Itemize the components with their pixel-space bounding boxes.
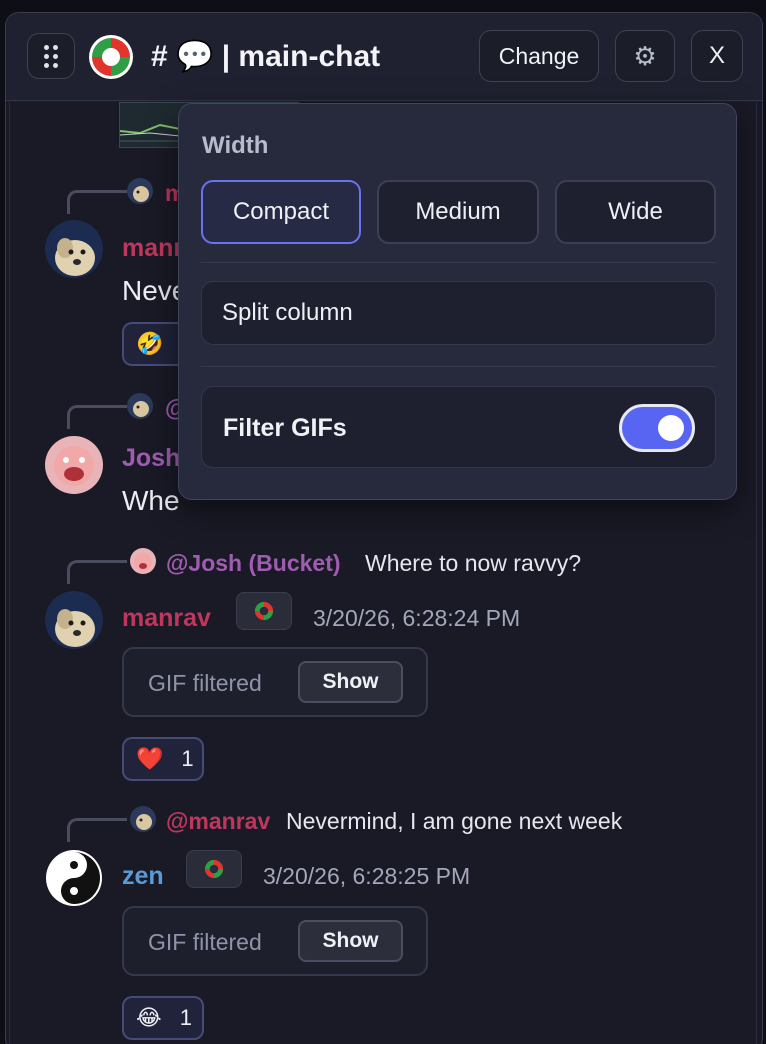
reply-preview-text[interactable]: Where to now ravvy? xyxy=(365,550,581,577)
reply-avatar xyxy=(127,393,153,419)
toggle-knob xyxy=(658,415,684,441)
filter-gifs-toggle[interactable] xyxy=(619,404,695,452)
reaction-pill[interactable]: 😂 1 xyxy=(122,996,204,1040)
message-author[interactable]: Josh xyxy=(122,444,180,473)
gear-icon: ⚙ xyxy=(633,40,657,71)
rofl-emoji-icon: 🤣 xyxy=(136,331,164,356)
filter-gifs-row[interactable]: Filter GIFs xyxy=(201,386,716,468)
avatar[interactable] xyxy=(45,220,103,278)
reaction-count: 1 xyxy=(181,746,194,771)
reply-preview-text[interactable]: Nevermind, I am gone next week xyxy=(286,808,622,835)
chat-header: # 💬 | main-chat Change ⚙ X xyxy=(6,13,762,101)
width-section-label: Width xyxy=(202,132,269,159)
role-badge xyxy=(186,850,242,888)
drag-handle[interactable] xyxy=(27,33,75,79)
change-button[interactable]: Change xyxy=(479,30,599,82)
message-timestamp: 3/20/26, 6:28:25 PM xyxy=(263,863,471,889)
role-badge xyxy=(236,592,292,630)
show-gif-button[interactable]: Show xyxy=(298,661,403,703)
server-logo-icon xyxy=(88,34,134,80)
avatar[interactable] xyxy=(45,591,103,649)
width-option-wide[interactable]: Wide xyxy=(555,180,716,244)
message-author[interactable]: manr xyxy=(122,234,183,263)
message-text: Whe xyxy=(122,485,180,516)
reply-mention[interactable]: @Josh (Bucket) xyxy=(166,550,341,577)
reaction-count: 1 xyxy=(179,1005,192,1030)
reply-avatar xyxy=(130,806,156,832)
avatar[interactable] xyxy=(45,436,103,494)
width-option-medium[interactable]: Medium xyxy=(377,180,539,244)
reaction-pill[interactable]: ❤️ 1 xyxy=(122,737,204,781)
show-gif-button[interactable]: Show xyxy=(298,920,403,962)
split-column-button[interactable]: Split column xyxy=(201,281,716,345)
heart-emoji-icon: ❤️ xyxy=(136,746,164,771)
settings-button[interactable]: ⚙ xyxy=(615,30,675,82)
message-author[interactable]: manrav xyxy=(122,604,211,633)
width-option-compact[interactable]: Compact xyxy=(201,180,361,244)
gif-filtered-label: GIF filtered xyxy=(148,929,262,955)
message-author[interactable]: zen xyxy=(122,862,164,891)
server-logo-icon xyxy=(203,858,225,880)
avatar[interactable] xyxy=(45,849,103,907)
divider xyxy=(201,262,717,263)
grip-dots-icon xyxy=(44,44,58,68)
gif-filtered-label: GIF filtered xyxy=(148,670,262,696)
channel-title: # 💬 | main-chat xyxy=(151,40,381,73)
reply-avatar xyxy=(127,178,153,204)
reply-mention[interactable]: @manrav xyxy=(166,808,270,835)
layout-settings-popover: Width Compact Medium Wide Split column F… xyxy=(178,103,737,500)
filter-gifs-label: Filter GIFs xyxy=(223,414,347,442)
close-button[interactable]: X xyxy=(691,30,743,82)
gif-filtered-box: GIF filtered Show xyxy=(122,906,428,976)
divider xyxy=(201,366,717,367)
joy-emoji-icon: 😂 xyxy=(136,1005,162,1030)
gif-filtered-box: GIF filtered Show xyxy=(122,647,428,717)
message-timestamp: 3/20/26, 6:28:24 PM xyxy=(313,605,521,631)
reply-avatar xyxy=(130,548,156,574)
server-logo-icon xyxy=(253,600,275,622)
